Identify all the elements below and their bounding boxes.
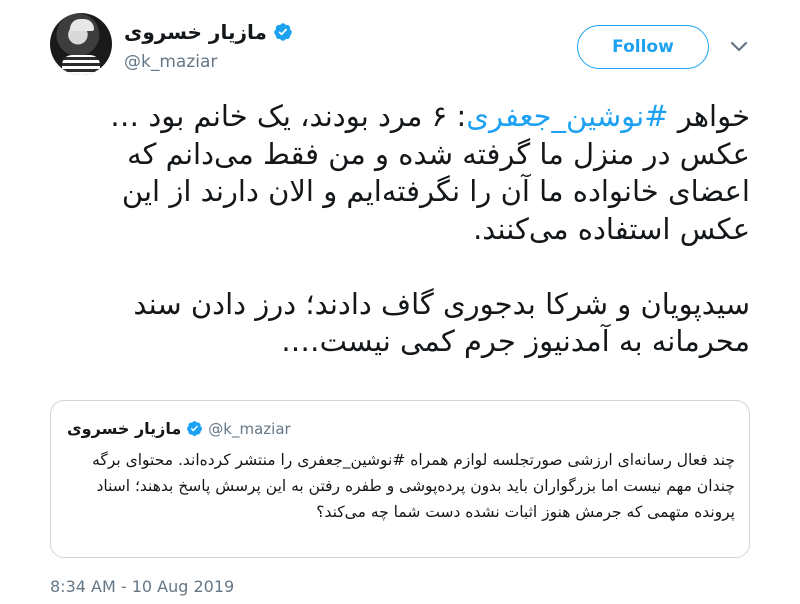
avatar-cap	[70, 19, 94, 31]
author-handle[interactable]: @k_maziar	[124, 52, 217, 72]
verified-badge-icon	[274, 23, 292, 41]
follow-button[interactable]: Follow	[577, 25, 709, 69]
chevron-down-icon[interactable]	[730, 40, 748, 54]
tweet-text-pre: خواهر	[668, 99, 750, 133]
tweet-paragraph-1: خواهر #نوشین_جعفری: ۶ مرد بودند، یک خانم…	[60, 98, 750, 248]
quoted-author-display-name: مازیار خسروی	[67, 419, 182, 438]
author-display-name[interactable]: مازیار خسروی	[124, 20, 267, 44]
tweet-text: خواهر #نوشین_جعفری: ۶ مرد بودند، یک خانم…	[60, 98, 750, 361]
quoted-tweet-card[interactable]: مازیار خسروی @k_maziar چند فعال رسانه‌ای…	[50, 400, 750, 558]
tweet-paragraph-2: سیدپویان و شرکا بدجوری گاف دادند؛ درز دا…	[133, 286, 750, 359]
quoted-tweet-header: مازیار خسروی @k_maziar	[67, 419, 291, 438]
avatar-shirt	[62, 55, 100, 75]
quoted-tweet-text: چند فعال رسانه‌ای ارزشی صورتجلسه لوازم ه…	[92, 451, 735, 521]
hashtag-link[interactable]: #نوشین_جعفری	[466, 99, 668, 133]
tweet-timestamp[interactable]: 8:34 AM - 10 Aug 2019	[50, 577, 234, 596]
avatar[interactable]	[50, 13, 112, 75]
quoted-author-handle: @k_maziar	[208, 419, 291, 438]
tweet-header: مازیار خسروی @k_maziar Follow	[0, 0, 800, 96]
verified-badge-icon	[187, 421, 203, 436]
author-name-row[interactable]: مازیار خسروی	[124, 20, 293, 44]
